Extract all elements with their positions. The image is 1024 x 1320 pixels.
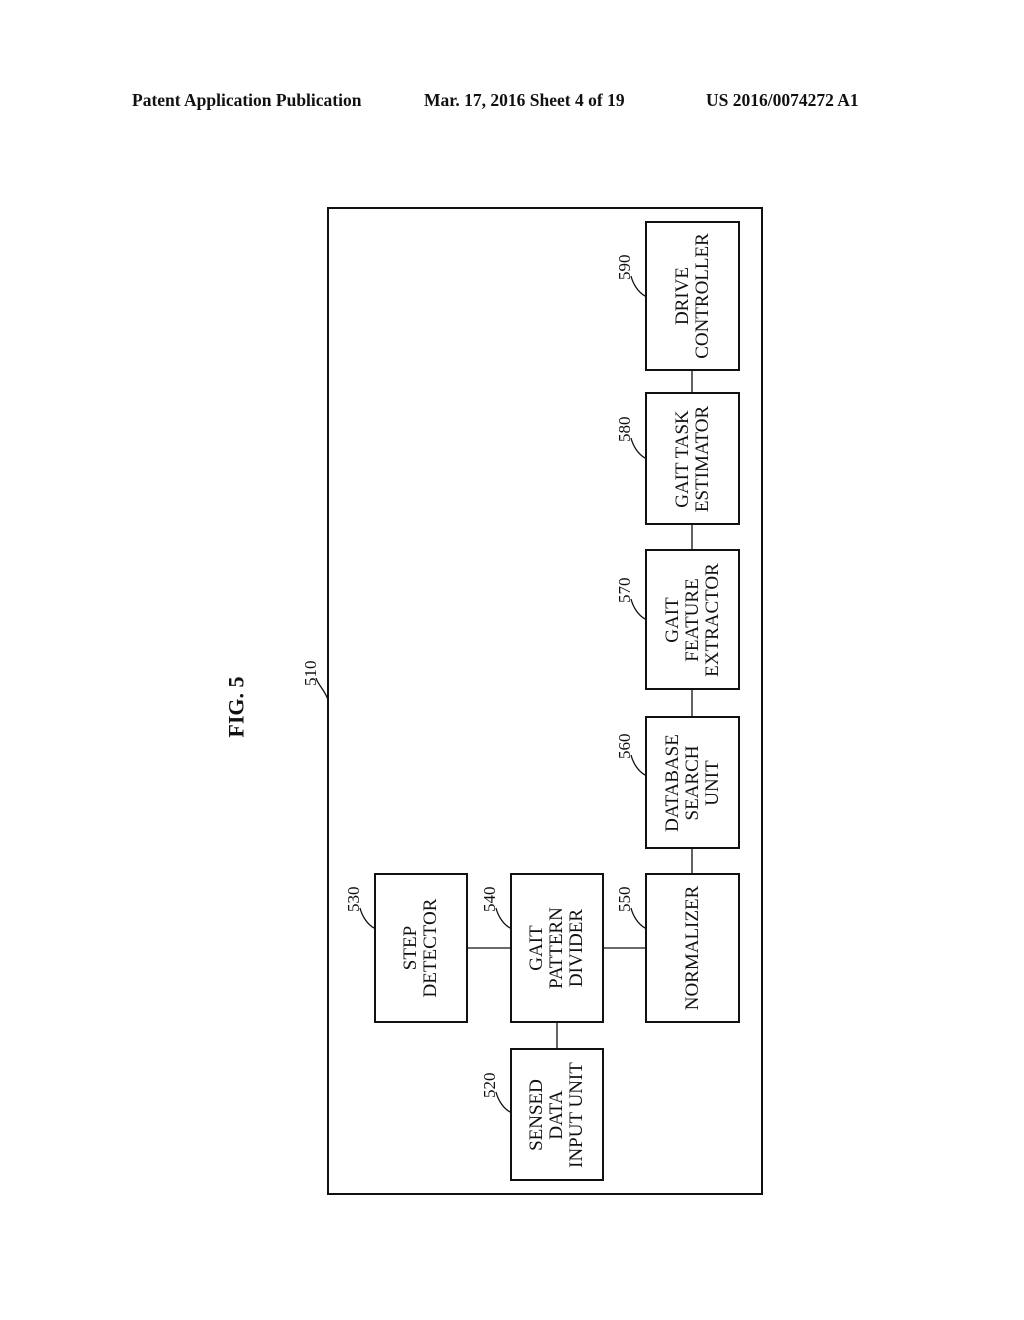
- block-step-detector: STEP DETECTOR: [374, 873, 468, 1023]
- block-label: GAIT FEATURE EXTRACTOR: [661, 562, 723, 677]
- block-label: SENSED DATA INPUT UNIT: [526, 1061, 587, 1168]
- ref-label-540: 540: [480, 886, 499, 913]
- block-sensed-data-input-unit: SENSED DATA INPUT UNIT: [510, 1048, 604, 1181]
- ref-label-550: 550: [615, 886, 634, 913]
- block-label: STEP DETECTOR: [400, 898, 441, 998]
- ref-label-530: 530: [344, 886, 363, 913]
- ref-label-570: 570: [615, 577, 634, 604]
- block-label: DRIVE CONTROLLER: [671, 233, 713, 359]
- block-database-search-unit: DATABASE SEARCH UNIT: [645, 716, 740, 849]
- block-normalizer: NORMALIZER: [645, 873, 740, 1023]
- block-gait-feature-extractor: GAIT FEATURE EXTRACTOR: [645, 549, 740, 690]
- block-label: GAIT TASK ESTIMATOR: [671, 405, 713, 512]
- ref-label-520: 520: [480, 1072, 499, 1099]
- block-label: NORMALIZER: [681, 885, 703, 1011]
- block-gait-task-estimator: GAIT TASK ESTIMATOR: [645, 392, 740, 525]
- block-drive-controller: DRIVE CONTROLLER: [645, 221, 740, 371]
- block-label: DATABASE SEARCH UNIT: [661, 733, 723, 832]
- ref-label-560: 560: [615, 733, 634, 760]
- ref-label-590: 590: [615, 254, 634, 281]
- ref-label-510: 510: [301, 660, 320, 687]
- ref-label-580: 580: [615, 416, 634, 443]
- block-gait-pattern-divider: GAIT PATTERN DIVIDER: [510, 873, 604, 1023]
- block-label: GAIT PATTERN DIVIDER: [526, 907, 587, 989]
